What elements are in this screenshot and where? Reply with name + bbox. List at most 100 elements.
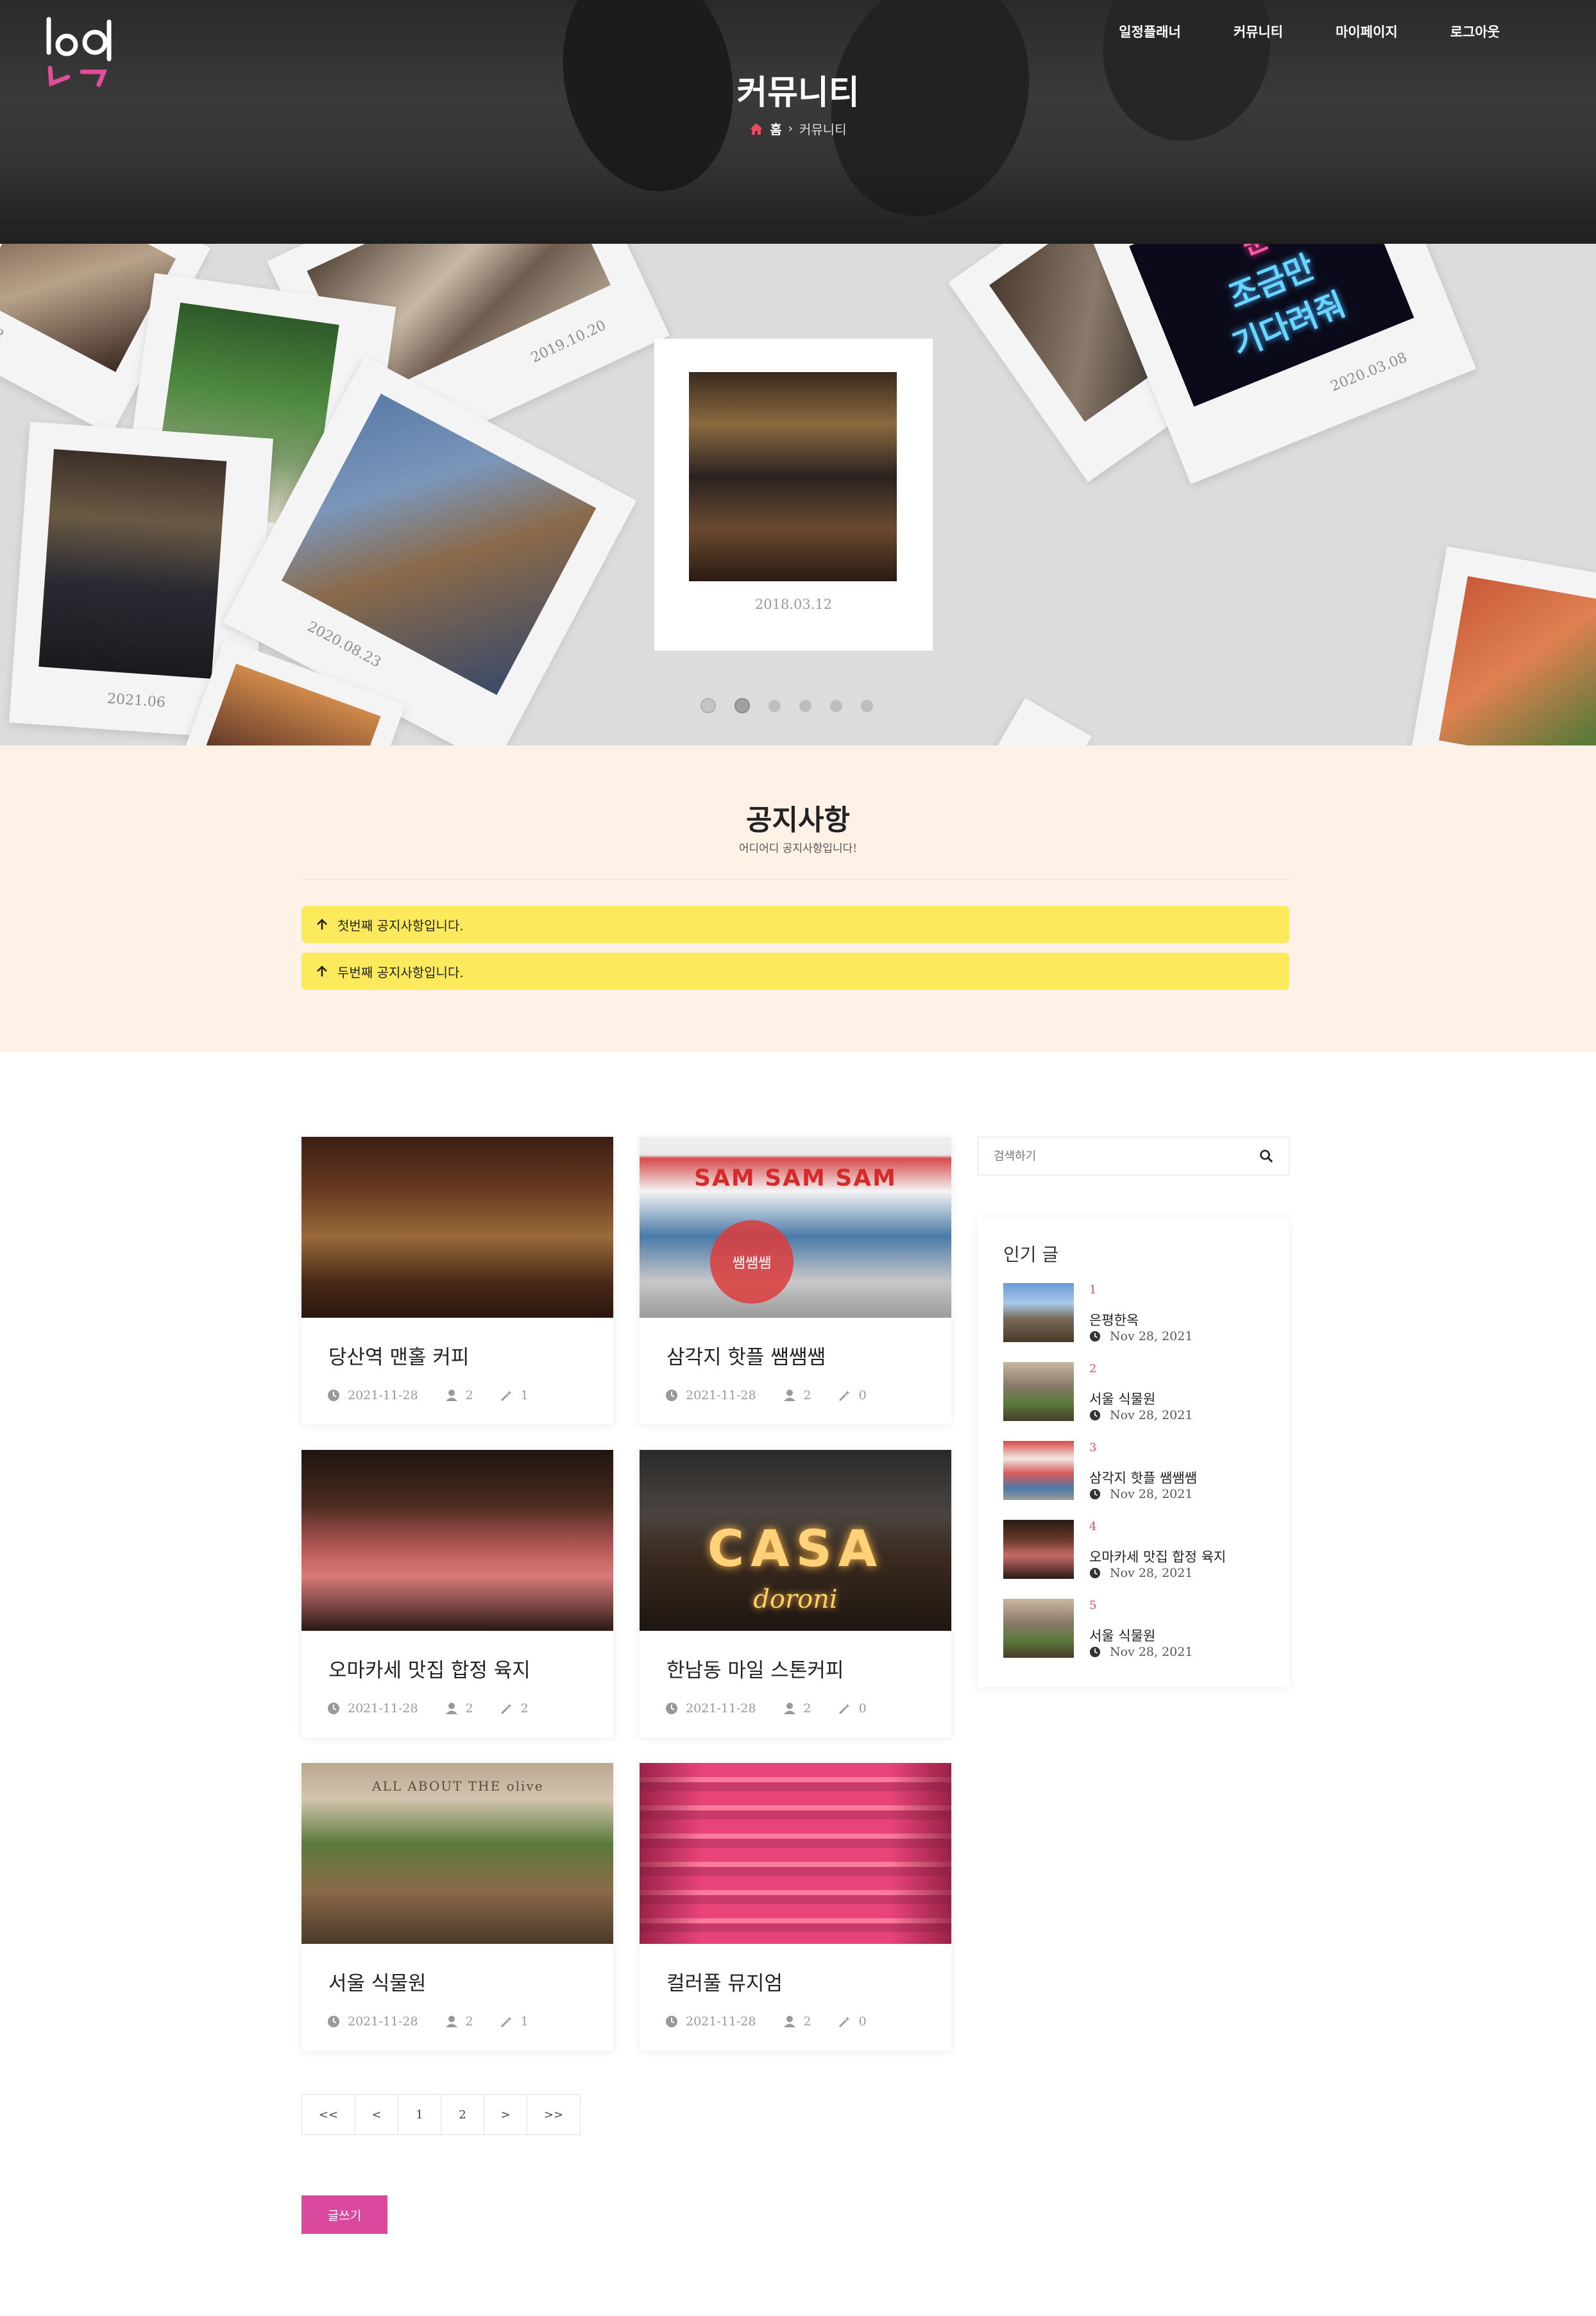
nav-community[interactable]: 커뮤니티 — [1234, 22, 1283, 41]
gallery-photo[interactable] — [1404, 546, 1596, 745]
photo-date: 2020.03.08 — [1328, 350, 1410, 395]
sign-subtext: doroni — [753, 1585, 838, 1614]
nav-logout[interactable]: 로그아웃 — [1450, 22, 1500, 41]
page-prev-button[interactable]: < — [355, 2094, 398, 2135]
photo-gallery: 4.02 2019.10.20 2021.06 2020.08.23 눈 조금만… — [0, 244, 1596, 745]
photo-image — [281, 393, 597, 695]
search-box — [978, 1137, 1289, 1175]
popular-item[interactable]: 2 서울 식물원 Nov 28, 2021 — [1003, 1362, 1273, 1426]
clock-icon — [1089, 1646, 1101, 1658]
breadcrumb-home[interactable]: 홈 — [770, 119, 781, 138]
post-card[interactable]: 오마카세 맛집 합정 육지 2021-11-28 2 2 — [301, 1450, 613, 1737]
post-thumbnail — [640, 1763, 951, 1944]
popular-item[interactable]: 3 삼각지 핫플 쌤쌤쌤 Nov 28, 2021 — [1003, 1441, 1273, 1505]
nav-schedule-planner[interactable]: 일정플래너 — [1119, 22, 1181, 41]
popular-thumbnail — [1003, 1520, 1074, 1579]
gallery-pagination — [700, 698, 873, 713]
popular-rank: 3 — [1089, 1441, 1097, 1454]
popular-item-date: Nov 28, 2021 — [1089, 1329, 1193, 1343]
gallery-dot[interactable] — [768, 700, 781, 712]
post-card[interactable]: ALL ABOUT THE olive 서울 식물원 2021-11-28 2 … — [301, 1763, 613, 2050]
popular-thumbnail — [1003, 1362, 1074, 1421]
popular-item-title: 삼각지 핫플 쌤쌤쌤 — [1089, 1470, 1197, 1486]
hero-header: 일정플래너 커뮤니티 마이페이지 로그아웃 커뮤니티 홈 › 커뮤니티 — [0, 0, 1596, 244]
post-meta: 2021-11-28 2 2 — [327, 1701, 529, 1716]
page-1-button[interactable]: 1 — [398, 2094, 441, 2135]
user-icon — [445, 2016, 457, 2027]
gallery-dot[interactable] — [700, 698, 716, 713]
post-comments: 2 — [465, 1701, 473, 1716]
page-next-button[interactable]: > — [484, 2094, 527, 2135]
gallery-dot-active[interactable] — [734, 698, 750, 713]
gallery-dot[interactable] — [861, 700, 873, 712]
popular-date-text: Nov 28, 2021 — [1110, 1487, 1193, 1501]
sign-text: SAM SAM SAM — [694, 1165, 897, 1191]
gallery-dot[interactable] — [799, 700, 811, 712]
photo-date: 2021.06 — [106, 690, 166, 711]
page-2-button[interactable]: 2 — [441, 2094, 484, 2135]
search-input[interactable] — [994, 1149, 1237, 1163]
popular-date-text: Nov 28, 2021 — [1110, 1645, 1193, 1659]
notice-item[interactable]: 첫번째 공지사항입니다. — [301, 906, 1289, 943]
search-icon[interactable] — [1259, 1149, 1273, 1163]
main-nav: 일정플래너 커뮤니티 마이페이지 로그아웃 — [1119, 22, 1500, 41]
nav-mypage[interactable]: 마이페이지 — [1336, 22, 1398, 41]
user-icon — [783, 1703, 795, 1714]
clock-icon — [328, 1390, 339, 1401]
photo-image — [1439, 575, 1596, 745]
clock-icon — [1089, 1488, 1101, 1500]
post-comments: 2 — [465, 1388, 473, 1402]
page-first-button[interactable]: << — [301, 2094, 355, 2135]
popular-rank: 2 — [1089, 1362, 1097, 1375]
post-likes: 0 — [858, 1388, 867, 1402]
popular-item-date: Nov 28, 2021 — [1089, 1645, 1193, 1659]
post-date: 2021-11-28 — [686, 1388, 756, 1402]
chevron-right-icon: › — [788, 122, 793, 135]
user-icon — [783, 1390, 795, 1401]
popular-item[interactable]: 4 오마카세 맛집 합정 육지 Nov 28, 2021 — [1003, 1520, 1273, 1584]
popular-item[interactable]: 1 은평한옥 Nov 28, 2021 — [1003, 1283, 1273, 1347]
notice-section: 공지사항 어디어디 공지사항입니다! 첫번째 공지사항입니다. 두번째 공지사항… — [0, 745, 1596, 1052]
notice-text: 첫번째 공지사항입니다. — [337, 917, 464, 933]
post-card[interactable]: 컬러풀 뮤지엄 2021-11-28 2 0 — [640, 1763, 951, 2050]
post-card[interactable]: CASA doroni 한남동 마일 스톤커피 2021-11-28 2 0 — [640, 1450, 951, 1737]
notice-text: 두번째 공지사항입니다. — [337, 964, 464, 980]
neon-sign-photo: 눈 조금만 기다려줘 — [1129, 244, 1414, 407]
clock-icon — [1089, 1331, 1101, 1342]
post-meta: 2021-11-28 2 0 — [665, 1701, 867, 1716]
popular-rank: 1 — [1089, 1283, 1097, 1297]
popular-item[interactable]: 5 서울 식물원 Nov 28, 2021 — [1003, 1599, 1273, 1663]
post-comments: 2 — [803, 2014, 811, 2029]
gallery-dot[interactable] — [830, 700, 842, 712]
post-card[interactable]: SAM SAM SAM 쌤쌤쌤 삼각지 핫플 쌤쌤쌤 2021-11-28 2 … — [640, 1137, 951, 1424]
popular-date-text: Nov 28, 2021 — [1110, 1408, 1193, 1422]
popular-rank: 5 — [1089, 1599, 1097, 1612]
popular-date-text: Nov 28, 2021 — [1110, 1566, 1193, 1580]
post-meta: 2021-11-28 2 0 — [665, 1388, 867, 1402]
post-title: 한남동 마일 스톤커피 — [666, 1659, 844, 1682]
divider — [301, 879, 1289, 880]
featured-photo-date: 2018.03.12 — [754, 597, 833, 612]
page-last-button[interactable]: >> — [527, 2094, 581, 2135]
popular-item-title: 서울 식물원 — [1089, 1628, 1156, 1644]
clock-icon — [666, 2016, 677, 2027]
clock-icon — [1089, 1409, 1101, 1421]
magic-wand-icon — [500, 2016, 512, 2028]
post-comments: 2 — [465, 2014, 473, 2029]
user-icon — [445, 1703, 457, 1714]
post-title: 서울 식물원 — [328, 1972, 427, 1995]
popular-item-date: Nov 28, 2021 — [1089, 1487, 1193, 1501]
post-meta: 2021-11-28 2 1 — [327, 1388, 529, 1402]
clock-icon — [666, 1703, 677, 1714]
post-likes: 0 — [858, 1701, 867, 1716]
gallery-featured-photo[interactable]: 2018.03.12 — [654, 339, 933, 651]
popular-thumbnail — [1003, 1599, 1074, 1658]
notice-item[interactable]: 두번째 공지사항입니다. — [301, 953, 1289, 990]
write-post-button[interactable]: 글쓰기 — [301, 2195, 387, 2234]
post-card[interactable]: 당산역 맨홀 커피 2021-11-28 2 1 — [301, 1137, 613, 1424]
popular-item-title: 은평한옥 — [1089, 1313, 1139, 1328]
post-title: 삼각지 핫플 쌤쌤쌤 — [666, 1346, 826, 1369]
popular-rank: 4 — [1089, 1520, 1097, 1533]
post-date: 2021-11-28 — [686, 2014, 756, 2029]
gallery-photo[interactable]: 눈 조금만 기다려줘 2020.03.08 — [1089, 244, 1477, 484]
